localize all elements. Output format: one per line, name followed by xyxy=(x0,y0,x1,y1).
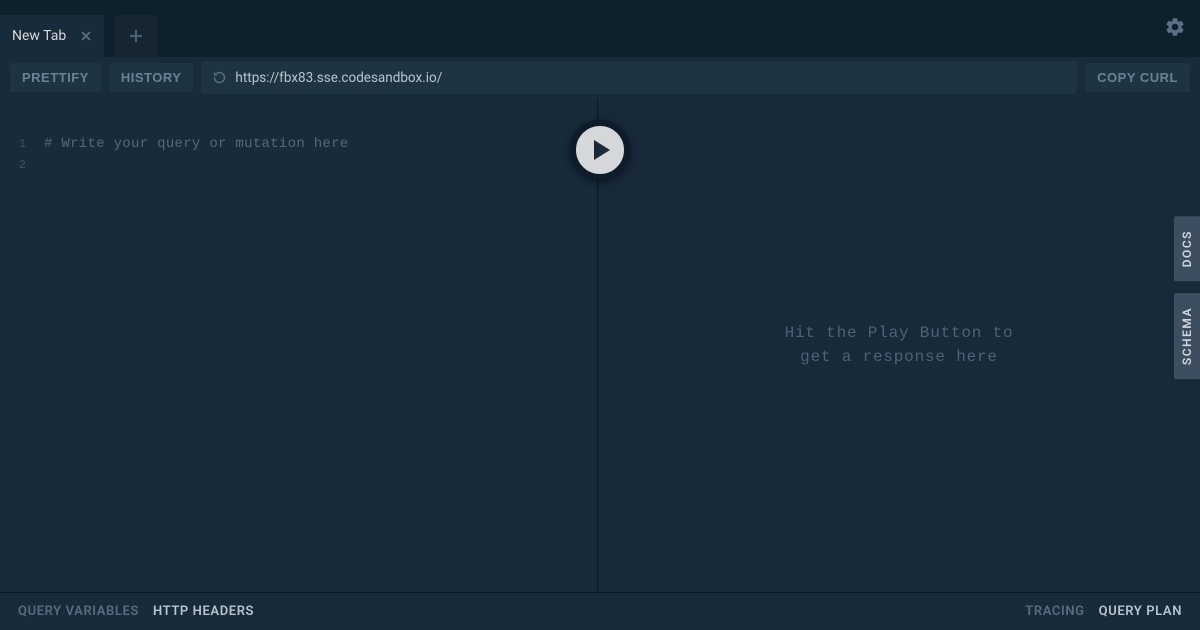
editor-placeholder-comment: # Write your query or mutation here xyxy=(44,134,597,155)
docs-tab[interactable]: DOCS xyxy=(1174,216,1200,281)
footer: QUERY VARIABLES HTTP HEADERS TRACING QUE… xyxy=(0,592,1200,630)
play-icon xyxy=(592,139,612,161)
response-placeholder-line: Hit the Play Button to xyxy=(785,321,1014,345)
query-plan-tab[interactable]: QUERY PLAN xyxy=(1099,604,1182,619)
editor-content[interactable]: # Write your query or mutation here xyxy=(36,98,597,592)
query-editor-pane[interactable]: 1 2 # Write your query or mutation here xyxy=(0,98,598,592)
footer-right: TRACING QUERY PLAN xyxy=(1025,604,1182,619)
close-icon[interactable] xyxy=(78,28,94,44)
gear-icon xyxy=(1164,16,1186,38)
play-button[interactable] xyxy=(570,120,630,180)
side-rail: DOCS SCHEMA xyxy=(1174,216,1200,379)
prettify-button[interactable]: PRETTIFY xyxy=(10,63,101,92)
line-gutter: 1 2 xyxy=(0,98,36,592)
query-variables-tab[interactable]: QUERY VARIABLES xyxy=(18,604,139,619)
footer-left: QUERY VARIABLES HTTP HEADERS xyxy=(18,604,254,619)
line-number: 1 xyxy=(0,134,36,155)
toolbar: PRETTIFY HISTORY COPY CURL xyxy=(0,57,1200,98)
new-tab-button[interactable] xyxy=(115,15,157,57)
tab-bar: New Tab xyxy=(0,0,1200,57)
http-headers-tab[interactable]: HTTP HEADERS xyxy=(153,604,254,619)
response-placeholder: Hit the Play Button to get a response he… xyxy=(785,321,1014,369)
schema-tab[interactable]: SCHEMA xyxy=(1174,293,1200,379)
settings-button[interactable] xyxy=(1164,16,1188,40)
response-placeholder-line: get a response here xyxy=(785,345,1014,369)
url-bar xyxy=(201,61,1077,94)
response-pane: Hit the Play Button to get a response he… xyxy=(598,98,1200,592)
endpoint-url-input[interactable] xyxy=(235,70,1067,86)
line-number: 2 xyxy=(0,155,36,176)
copy-curl-button[interactable]: COPY CURL xyxy=(1085,63,1190,92)
tab-label: New Tab xyxy=(12,28,66,44)
tab-new-tab[interactable]: New Tab xyxy=(0,15,104,57)
plus-icon xyxy=(128,28,144,44)
reload-icon[interactable] xyxy=(211,70,227,86)
tracing-tab[interactable]: TRACING xyxy=(1025,604,1084,619)
history-button[interactable]: HISTORY xyxy=(109,63,194,92)
